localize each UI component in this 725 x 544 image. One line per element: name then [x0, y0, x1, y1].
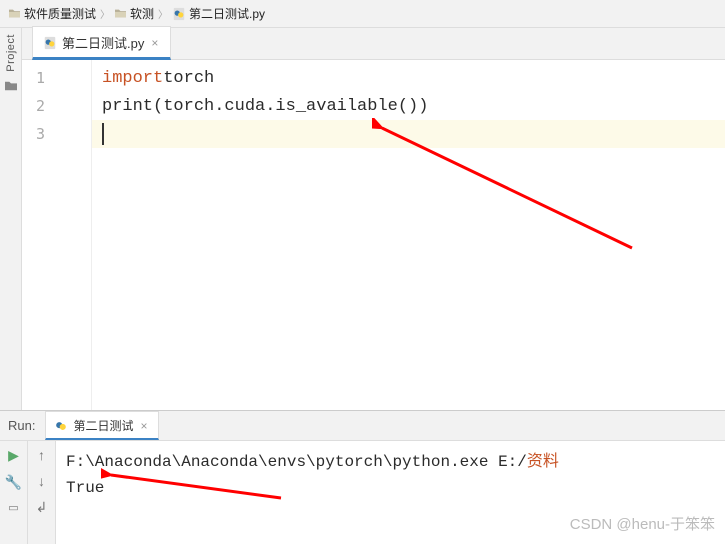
editor-tabs: 第二日测试.py × [22, 28, 725, 60]
line-number: 1 [22, 64, 91, 92]
arrow-down-icon[interactable]: ↓ [38, 473, 45, 489]
python-file-icon [43, 36, 57, 50]
code-line[interactable]: import torch [92, 64, 725, 92]
folder-icon [4, 80, 18, 92]
line-number: 2 [22, 92, 91, 120]
paren-close: ) [418, 97, 428, 116]
console-line-result: True [66, 475, 715, 501]
code-body[interactable]: import torch print(torch.cuda.is_availab… [92, 60, 725, 410]
close-icon[interactable]: × [151, 36, 158, 50]
breadcrumb-mid[interactable]: 软测 [114, 5, 154, 22]
folder-icon [8, 8, 21, 19]
breadcrumb-root[interactable]: 软件质量测试 [8, 5, 96, 22]
console-output[interactable]: F:\Anaconda\Anaconda\envs\pytorch\python… [56, 441, 725, 544]
breadcrumb-sep: 〉 [158, 6, 168, 21]
keyword-import: import [102, 69, 163, 88]
rerun-icon[interactable]: ▶ [8, 447, 19, 464]
run-title: Run: [8, 418, 35, 433]
console-path: F:\Anaconda\Anaconda\envs\pytorch\python… [66, 453, 527, 471]
run-toolbar-right: ↑ ↓ ↲ [28, 441, 56, 544]
gutter: 1 2 3 [22, 60, 92, 410]
project-tool-window[interactable]: Project [0, 28, 22, 410]
builtin-print: print [102, 97, 153, 116]
project-label: Project [5, 34, 17, 72]
run-header: Run: 第二日测试 × [0, 411, 725, 441]
code-editor[interactable]: 1 2 3 import torch print(torch.cuda.is_a… [22, 60, 725, 410]
module-name: torch [163, 69, 214, 88]
close-icon[interactable]: × [140, 419, 147, 433]
paren-open: ( [153, 97, 163, 116]
editor-tab-label: 第二日测试.py [62, 33, 144, 52]
wrench-icon[interactable]: 🔧 [5, 474, 22, 491]
breadcrumb-root-label: 软件质量测试 [24, 5, 96, 22]
expression: torch.cuda.is_available() [163, 97, 418, 116]
console-path-zh: 资料 [527, 453, 559, 471]
soft-wrap-icon[interactable]: ↲ [36, 499, 48, 516]
run-tab-label: 第二日测试 [73, 417, 133, 434]
breadcrumb-file-label: 第二日测试.py [189, 5, 265, 22]
caret [102, 123, 104, 145]
code-line[interactable]: print(torch.cuda.is_available()) [92, 92, 725, 120]
python-file-icon [172, 7, 186, 21]
layout-icon[interactable]: ▭ [8, 501, 18, 514]
breadcrumb-sep: 〉 [100, 6, 110, 21]
editor-tab-active[interactable]: 第二日测试.py × [32, 26, 171, 60]
run-tab-active[interactable]: 第二日测试 × [45, 411, 158, 440]
editor-area: 第二日测试.py × 1 2 3 import torch print(torc… [22, 28, 725, 410]
line-number: 3 [22, 120, 91, 148]
run-body: ▶ 🔧 ▭ ↑ ↓ ↲ F:\Anaconda\Anaconda\envs\py… [0, 441, 725, 544]
breadcrumb-bar: 软件质量测试 〉 软测 〉 第二日测试.py [0, 0, 725, 28]
folder-icon [114, 8, 127, 19]
arrow-up-icon[interactable]: ↑ [38, 447, 45, 463]
console-line: F:\Anaconda\Anaconda\envs\pytorch\python… [66, 449, 715, 475]
code-line-current[interactable] [92, 120, 725, 148]
python-icon [54, 419, 68, 433]
breadcrumb-file[interactable]: 第二日测试.py [172, 5, 265, 22]
run-tool-window: Run: 第二日测试 × ▶ 🔧 ▭ ↑ ↓ ↲ F:\Anaconda\Ana… [0, 410, 725, 544]
breadcrumb-mid-label: 软测 [130, 5, 154, 22]
main-area: Project 第二日测试.py × 1 2 3 import torch pr… [0, 28, 725, 410]
run-toolbar-left: ▶ 🔧 ▭ [0, 441, 28, 544]
